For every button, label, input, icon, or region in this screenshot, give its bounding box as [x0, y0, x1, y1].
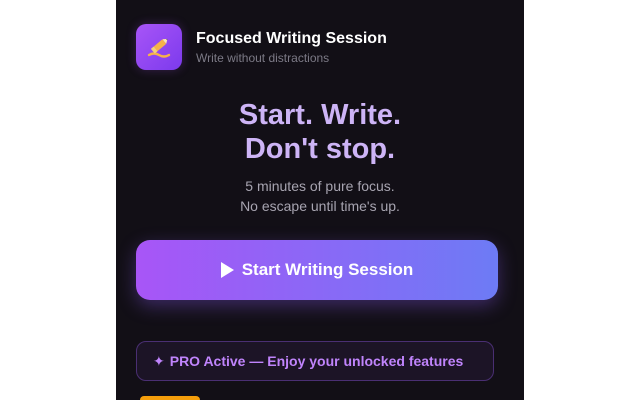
play-icon — [220, 262, 234, 278]
app-subtitle: Write without distractions — [196, 50, 330, 65]
pro-status-text: PRO Active — Enjoy your unlocked feature… — [169, 353, 464, 369]
headline-line-1: Start. Write. — [238, 99, 402, 131]
start-writing-session-button[interactable]: Start Writing Session — [136, 240, 498, 300]
headline: Start. Write. Don't stop. — [116, 98, 524, 166]
tagline: 5 minutes of pure focus. No escape until… — [116, 176, 524, 216]
headline-line-2: Don't stop. — [244, 133, 396, 165]
extension-popup: Focused Writing Session Write without di… — [116, 0, 524, 400]
partial-bottom-badge — [140, 396, 200, 400]
tagline-line-2: No escape until time's up. — [240, 198, 400, 214]
pro-status-banner: ✦ PRO Active — Enjoy your unlocked featu… — [136, 341, 494, 381]
app-title: Focused Writing Session — [196, 29, 387, 47]
tagline-line-1: 5 minutes of pure focus. — [245, 178, 395, 194]
header-text: Focused Writing Session Write without di… — [196, 29, 387, 66]
pencil-writing-icon — [136, 24, 182, 70]
sparkle-icon: ✦ — [153, 352, 165, 369]
start-button-label: Start Writing Session — [241, 260, 414, 279]
header: Focused Writing Session Write without di… — [136, 24, 387, 70]
